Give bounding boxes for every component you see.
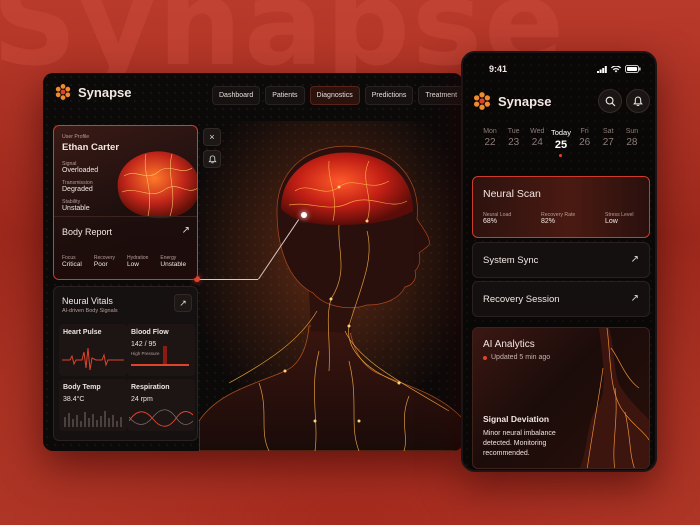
status-time: 9:41	[489, 64, 508, 74]
vitals-subtitle: AI-driven Body Signals	[62, 308, 118, 314]
neural-body-illustration	[199, 121, 463, 451]
report-metric: Focus Critical	[62, 255, 82, 268]
profile-header: User Profile	[62, 134, 90, 140]
calendar-day[interactable]: Wed 24	[527, 128, 547, 173]
blood-flow-level	[163, 346, 167, 364]
ai-analytics-card[interactable]: AI Analytics Updated 5 min ago Signal De…	[472, 327, 650, 469]
blood-flow-title: Blood Flow	[131, 329, 169, 336]
tab-treatment[interactable]: Treatment	[418, 86, 463, 105]
tab-patients[interactable]: Patients	[265, 86, 305, 105]
profile-connector-line	[198, 279, 258, 280]
status-dot	[483, 355, 487, 360]
system-sync-row[interactable]: System Sync ↗	[472, 242, 650, 278]
tab-predictions[interactable]: Predictions	[364, 86, 414, 105]
close-button[interactable]: ×	[203, 128, 221, 146]
stat-value: Overloaded	[62, 167, 99, 174]
scan-stat-value: 68%	[483, 218, 498, 225]
close-icon: ×	[209, 132, 215, 142]
search-icon	[605, 96, 615, 106]
calendar-day[interactable]: Sun 28	[622, 128, 642, 173]
deviation-title: Signal Deviation	[483, 414, 550, 424]
body-report-section[interactable]: Body Report ↗ Focus Critical Recovery Poor…	[54, 216, 197, 279]
calendar-day[interactable]: Sat 27	[598, 128, 618, 173]
stat-value: Degraded	[62, 186, 93, 193]
body-report-title: Body Report	[62, 227, 113, 237]
vitals-title: Neural Vitals	[62, 296, 113, 306]
arrow-up-right-icon[interactable]: ↗	[182, 225, 190, 236]
respiration-tile[interactable]: Respiration 24 rpm	[127, 379, 195, 431]
profile-name: Ethan Carter	[62, 142, 120, 153]
brain-scan-image	[117, 151, 197, 219]
calendar-day[interactable]: Fri 26	[575, 128, 595, 173]
status-icons	[597, 65, 641, 73]
respiration-value: 24 rpm	[131, 396, 153, 403]
wifi-icon	[611, 65, 621, 72]
body-temp-title: Body Temp	[63, 384, 101, 391]
heart-pulse-title: Heart Pulse	[63, 329, 102, 336]
arrow-up-right-icon: ↗	[179, 297, 187, 308]
synapse-logo-icon	[55, 84, 71, 100]
respiration-title: Respiration	[131, 384, 170, 391]
tab-dashboard[interactable]: Dashboard	[212, 86, 261, 105]
notification-button[interactable]	[626, 89, 650, 113]
search-button[interactable]	[598, 89, 622, 113]
body-temp-tile[interactable]: Body Temp 38.4°C	[59, 379, 127, 431]
deviation-text: Minor neural imbalance detected. Monitor…	[483, 430, 556, 457]
calendar-day-today[interactable]: Today 25	[551, 128, 571, 173]
neural-scan-card[interactable]: Neural Scan Neural Load 68% Recovery Rat…	[472, 176, 650, 238]
report-metric: Recovery Poor	[93, 255, 115, 268]
app-logo[interactable]: Synapse	[54, 83, 131, 101]
scan-stat-value: 82%	[541, 218, 556, 225]
analytics-updated: Updated 5 min ago	[491, 354, 551, 361]
blood-flow-tag: High Pressure	[131, 351, 160, 356]
phone-app-logo[interactable]: Synapse	[472, 91, 551, 111]
report-metric: Energy Unstable	[160, 255, 187, 268]
respiration-wave	[129, 409, 193, 427]
week-calendar: Mon 22 Tue 23 Wed 24 Today 25 Fri 26 Sat 27 Su…	[472, 128, 650, 173]
tab-diagnostics[interactable]: Diagnostics	[309, 86, 360, 105]
blood-flow-value: 142 / 95	[131, 341, 157, 348]
bell-icon	[633, 95, 643, 106]
scan-stat-value: Low	[605, 218, 618, 225]
analytics-title: AI Analytics	[483, 339, 535, 350]
heart-pulse-waveform	[62, 347, 124, 371]
report-metric: Hydration Low	[127, 255, 149, 268]
vitals-open-button[interactable]: ↗	[174, 294, 192, 312]
bell-icon	[207, 154, 217, 163]
blood-flow-tile[interactable]: Blood Flow 142 / 95 High Pressure	[127, 324, 195, 376]
system-sync-label: System Sync	[483, 255, 539, 266]
recovery-session-label: Recovery Session	[483, 294, 560, 305]
synapse-logo-icon	[474, 92, 490, 110]
calendar-day[interactable]: Tue 23	[504, 128, 524, 173]
arrow-up-right-icon: ↗	[630, 293, 639, 304]
blood-flow-bar	[131, 364, 189, 366]
today-indicator-dot	[559, 154, 563, 157]
battery-icon	[625, 65, 641, 73]
main-nav: Dashboard Patients Diagnostics Predictio…	[212, 86, 463, 105]
mobile-app-frame: 9:41 Synapse Mon 22 Tue 23 Wed 24 Today 25 F…	[461, 51, 657, 472]
heart-pulse-tile[interactable]: Heart Pulse	[59, 324, 127, 376]
neural-scan-title: Neural Scan	[483, 188, 541, 200]
desktop-dashboard-window: Synapse Dashboard Patients Diagnostics P…	[43, 73, 463, 451]
calendar-day[interactable]: Mon 22	[480, 128, 500, 173]
arrow-up-right-icon: ↗	[630, 254, 639, 265]
app-name: Synapse	[78, 84, 132, 100]
signal-icon	[597, 65, 607, 73]
recovery-session-row[interactable]: Recovery Session ↗	[472, 281, 650, 317]
stat-value: Unstable	[62, 205, 90, 212]
phone-app-name: Synapse	[498, 93, 552, 109]
user-profile-card[interactable]: User Profile Ethan Carter Signal Overloa…	[53, 125, 198, 280]
body-temp-value: 38.4°C	[63, 396, 85, 403]
brain-anchor-point	[301, 212, 307, 218]
body-temp-bars	[64, 411, 122, 427]
notification-button[interactable]	[203, 150, 221, 168]
neural-vitals-card: Neural Vitals AI-driven Body Signals ↗ H…	[53, 286, 198, 441]
